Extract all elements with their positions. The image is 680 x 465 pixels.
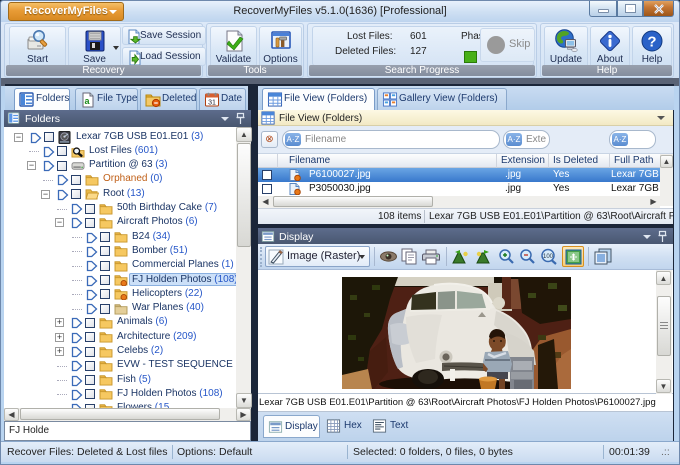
svg-text:31: 31: [208, 100, 216, 107]
svg-text:100: 100: [543, 254, 554, 260]
svg-text:?: ?: [647, 34, 656, 51]
